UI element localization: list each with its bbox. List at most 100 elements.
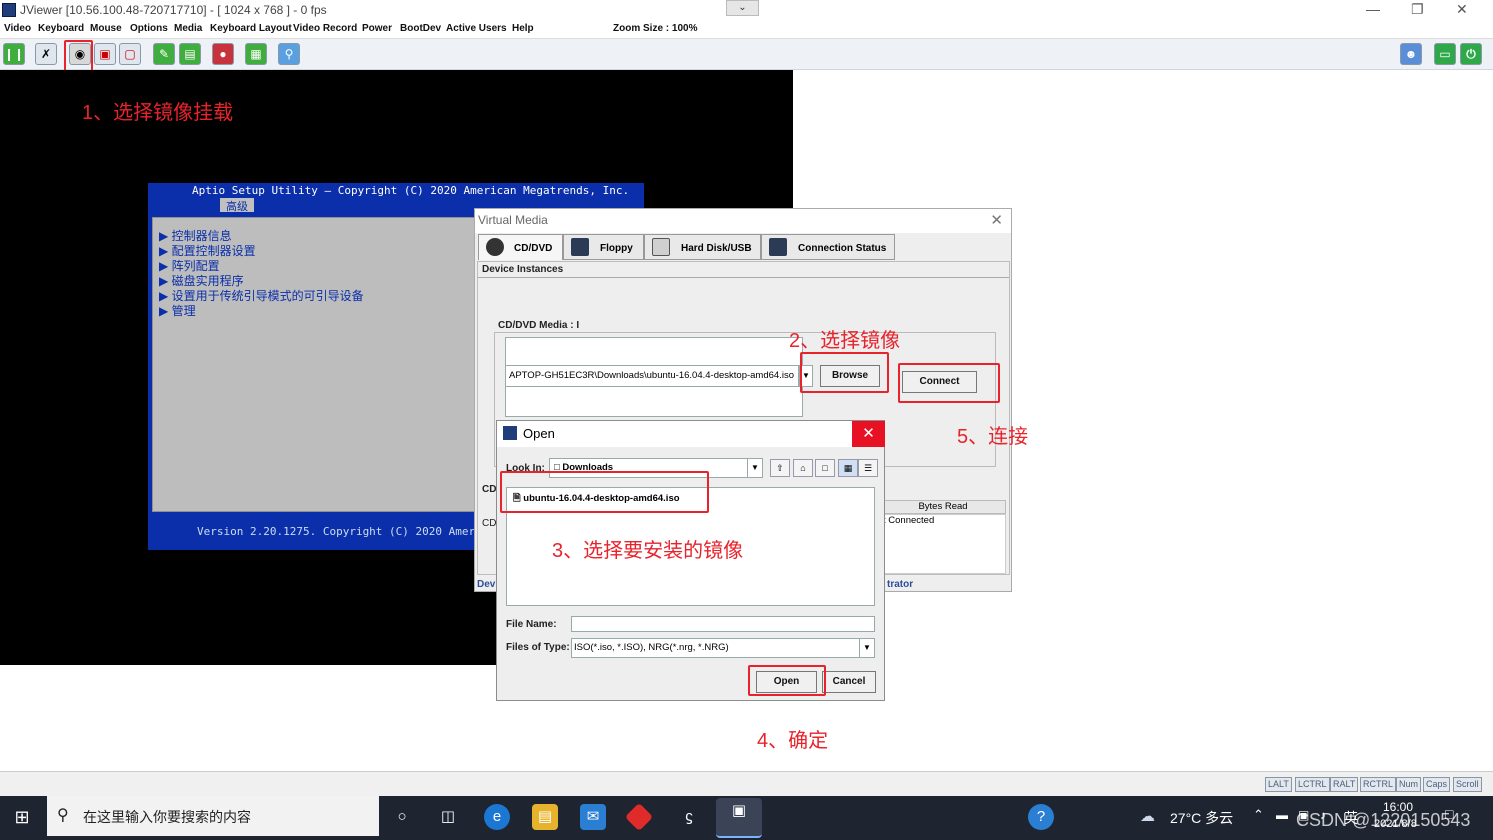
- app-lightning-icon[interactable]: ϛ: [676, 804, 702, 830]
- cancel-button[interactable]: Cancel: [822, 671, 876, 693]
- file-name-input[interactable]: [571, 616, 875, 632]
- new-folder-icon[interactable]: □: [815, 459, 835, 477]
- chevron-down-icon[interactable]: ▼: [747, 458, 763, 478]
- cd-icon: [486, 238, 504, 256]
- highlight-file-item: [500, 471, 709, 513]
- key-rctrl[interactable]: RCTRL: [1360, 777, 1397, 792]
- harddisk-icon[interactable]: ▢: [119, 43, 141, 65]
- highlight-browse: [800, 352, 889, 393]
- app-red-icon[interactable]: [624, 802, 654, 832]
- key-lctrl[interactable]: LCTRL: [1295, 777, 1330, 792]
- title-bar: JViewer [10.56.100.48-720717710] - [ 102…: [0, 0, 1493, 21]
- floppy-icon[interactable]: ▣: [94, 43, 116, 65]
- files-of-type-select[interactable]: ISO(*.iso, *.ISO), NRG(*.nrg, *.NRG): [571, 638, 875, 658]
- file-explorer-icon[interactable]: ▤: [532, 804, 558, 830]
- pause-icon[interactable]: ❙❙: [3, 43, 25, 65]
- annotation-step2: 2、选择镜像: [789, 330, 901, 352]
- menu-video-record[interactable]: Video Record: [293, 23, 357, 34]
- bios-tab: 高级: [220, 198, 254, 213]
- windows-taskbar: ⊞ ⚲ 在这里输入你要搜索的内容 ○ ◫ e ▤ ✉ ϛ ▣ ? ☁ 27°C …: [0, 796, 1493, 840]
- key-ralt[interactable]: RALT: [1330, 777, 1359, 792]
- menu-media[interactable]: Media: [174, 23, 202, 34]
- tab-connection-status[interactable]: Connection Status: [761, 234, 895, 260]
- chevron-down-icon[interactable]: ⌄: [726, 0, 759, 16]
- vm-footer-left: Devi: [477, 579, 499, 590]
- menu-options[interactable]: Options: [130, 23, 168, 34]
- restore-icon[interactable]: ❐: [1411, 1, 1424, 18]
- annotation-step3: 3、选择要安装的镜像: [552, 540, 744, 562]
- chevron-down-icon[interactable]: ▼: [859, 638, 875, 658]
- csdn-watermark: CSDN @1220150543: [1296, 810, 1471, 830]
- help-icon[interactable]: ?: [1028, 804, 1054, 830]
- battery-icon[interactable]: ▬: [1276, 808, 1288, 822]
- details-view-icon[interactable]: ☰: [858, 459, 878, 477]
- windows-start-icon[interactable]: ⊞: [9, 804, 35, 830]
- not-connected-cell: t Connected: [880, 514, 1006, 574]
- taskbar-search[interactable]: ⚲ 在这里输入你要搜索的内容: [47, 796, 379, 836]
- tab-cddvd[interactable]: CD/DVD: [478, 234, 563, 260]
- vm-title-bar: Virtual Media ✕: [475, 209, 1011, 233]
- task-view-icon[interactable]: ◫: [435, 804, 461, 830]
- chevron-up-icon[interactable]: ⌃: [1253, 807, 1264, 823]
- annotation-step4: 4、确定: [757, 730, 829, 752]
- menu-video[interactable]: Video: [4, 23, 31, 34]
- keyboard-icon[interactable]: ▤: [179, 43, 201, 65]
- menu-power[interactable]: Power: [362, 23, 392, 34]
- highlight-open: [748, 665, 826, 696]
- close-icon[interactable]: ✕: [1456, 1, 1468, 18]
- bios-footer-text: Version 2.20.1275. Copyright (C) 2020 Am…: [197, 525, 496, 538]
- cd-label: CD: [482, 518, 497, 529]
- annotation-step5: 5、连接: [957, 426, 1029, 448]
- active-users-icon[interactable]: ☻: [1400, 43, 1422, 65]
- key-scroll[interactable]: Scroll: [1453, 777, 1482, 792]
- zoom-icon[interactable]: ⚲: [278, 43, 300, 65]
- search-icon: ⚲: [57, 807, 69, 824]
- menu-active-users[interactable]: Active Users: [446, 23, 507, 34]
- cortana-icon[interactable]: ○: [389, 804, 415, 830]
- harddisk-icon: [652, 238, 670, 256]
- display-icon[interactable]: ▭: [1434, 43, 1456, 65]
- mail-icon[interactable]: ✉: [580, 804, 606, 830]
- cddvd-media-label: CD/DVD Media : I: [498, 320, 580, 331]
- toolbar: ❙❙ ✗ ◉ ▣ ▢ ✎ ▤ ● ▦ ⚲ ☻ ▭ ⏻: [0, 39, 1493, 70]
- key-num[interactable]: Num: [1396, 777, 1422, 792]
- key-lalt[interactable]: LALT: [1265, 777, 1292, 792]
- minimize-icon[interactable]: —: [1366, 1, 1380, 17]
- tab-harddisk-usb[interactable]: Hard Disk/USB: [644, 234, 761, 260]
- home-icon[interactable]: ⌂: [793, 459, 813, 477]
- list-view-icon[interactable]: ▦: [838, 459, 858, 477]
- highlight-cd-media: [64, 40, 93, 73]
- iso-path-field[interactable]: APTOP-GH51EC3R\Downloads\ubuntu-16.04.4-…: [505, 365, 799, 387]
- weather-cloud-icon: ☁: [1140, 808, 1155, 825]
- close-icon[interactable]: ✕: [990, 211, 1003, 229]
- key-caps[interactable]: Caps: [1423, 777, 1451, 792]
- menu-mouse[interactable]: Mouse: [90, 23, 122, 34]
- menu-keyboard-layout[interactable]: Keyboard Layout: [210, 23, 292, 34]
- up-folder-icon[interactable]: ⇧: [770, 459, 790, 477]
- floppy-icon: [571, 238, 589, 256]
- menu-bootdev[interactable]: BootDev: [400, 23, 441, 34]
- jviewer-app-icon: [2, 3, 16, 17]
- tab-floppy[interactable]: Floppy: [563, 234, 644, 260]
- close-icon[interactable]: ✕: [852, 421, 885, 447]
- mouse-sync-icon[interactable]: ✎: [153, 43, 175, 65]
- fullscreen-icon[interactable]: ✗: [35, 43, 57, 65]
- cd-label: CD: [482, 484, 497, 495]
- vm-title: Virtual Media: [478, 213, 548, 227]
- video-record-icon[interactable]: ●: [212, 43, 234, 65]
- java-icon: [503, 426, 517, 440]
- open-title-bar: Open ✕: [497, 421, 885, 447]
- zoom-size-label: Zoom Size : 100%: [613, 23, 698, 34]
- edge-icon[interactable]: e: [484, 804, 510, 830]
- bios-header-text: Aptio Setup Utility – Copyright (C) 2020…: [192, 184, 630, 197]
- bytes-read-header: Bytes Read: [880, 500, 1006, 514]
- file-name-label: File Name:: [506, 619, 557, 630]
- hotkeys-icon[interactable]: ▦: [245, 43, 267, 65]
- weather-text[interactable]: 27°C 多云: [1170, 808, 1233, 828]
- power-icon[interactable]: ⏻: [1460, 43, 1482, 65]
- menu-keyboard[interactable]: Keyboard: [38, 23, 84, 34]
- highlight-connect: [898, 363, 1000, 403]
- annotation-step1: 1、选择镜像挂载: [82, 102, 234, 124]
- jviewer-taskbar-icon[interactable]: ▣: [716, 798, 762, 838]
- menu-help[interactable]: Help: [512, 23, 534, 34]
